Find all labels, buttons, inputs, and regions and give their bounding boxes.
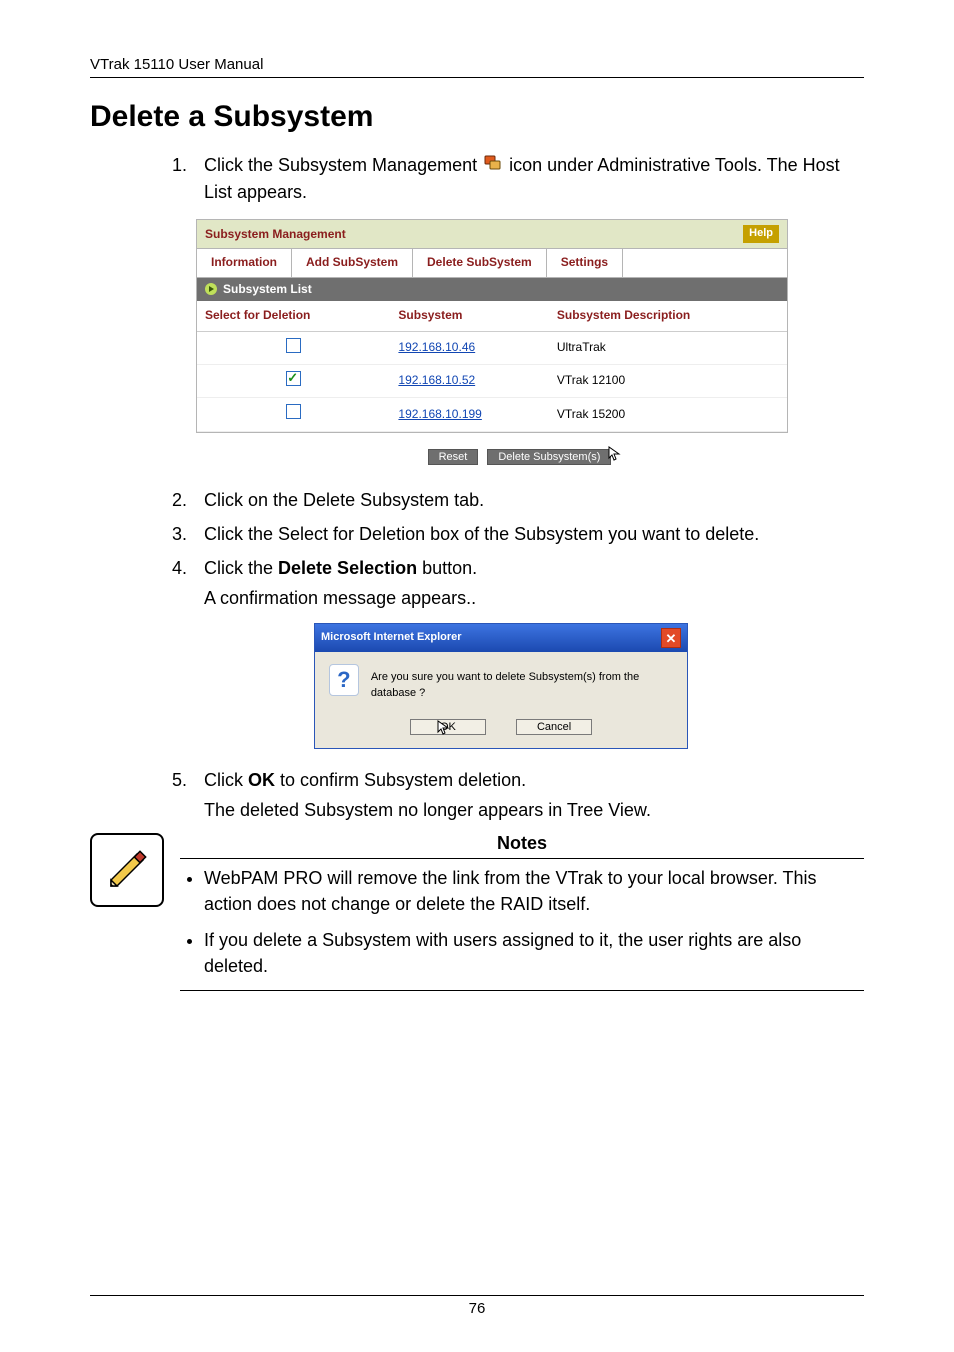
page-title: Delete a Subsystem	[90, 100, 864, 134]
tabs-filler	[623, 249, 787, 276]
manual-title: VTrak 15110 User Manual	[90, 56, 864, 73]
subsystem-list-label: Subsystem List	[223, 281, 312, 298]
step-4: Click the Delete Selection button. A con…	[192, 555, 864, 749]
dialog-message: Are you sure you want to delete Subsyste…	[371, 664, 673, 702]
subsystem-link[interactable]: 192.168.10.52	[398, 373, 475, 387]
col-select: Select for Deletion	[197, 301, 390, 331]
select-checkbox[interactable]	[286, 338, 301, 353]
subsystem-link[interactable]: 192.168.10.199	[398, 407, 481, 421]
panel-titlebar: Subsystem Management Help	[197, 220, 787, 248]
col-subsystem: Subsystem	[390, 301, 548, 331]
tab-add-subsystem[interactable]: Add SubSystem	[292, 249, 413, 276]
tab-information[interactable]: Information	[197, 249, 292, 276]
pencil-icon	[90, 833, 164, 907]
table-row: 192.168.10.52 VTrak 12100	[197, 364, 787, 397]
help-button[interactable]: Help	[743, 225, 779, 243]
subsystem-desc: UltraTrak	[549, 331, 787, 364]
subsystem-table: Select for Deletion Subsystem Subsystem …	[197, 301, 787, 432]
panel-tabs: Information Add SubSystem Delete SubSyst…	[197, 248, 787, 277]
subsystem-management-panel: Subsystem Management Help Information Ad…	[196, 219, 788, 432]
notes-title: Notes	[497, 833, 547, 854]
step-2: Click on the Delete Subsystem tab.	[192, 487, 864, 513]
step-5: Click OK to confirm Subsystem deletion. …	[192, 767, 864, 823]
step-4-pre: Click the	[204, 558, 278, 578]
select-checkbox[interactable]	[286, 371, 301, 386]
panel-title: Subsystem Management	[205, 226, 346, 243]
cursor-icon	[608, 446, 624, 466]
step-5-post: to confirm Subsystem deletion.	[275, 770, 526, 790]
tab-settings[interactable]: Settings	[547, 249, 623, 276]
page-number: 76	[469, 1300, 486, 1317]
notes-divider-bottom	[180, 990, 864, 991]
step-1-text-pre: Click the Subsystem Management	[204, 155, 482, 175]
cursor-icon	[437, 727, 456, 739]
reset-button[interactable]: Reset	[428, 449, 479, 465]
play-icon	[205, 283, 217, 295]
step-5-sub: The deleted Subsystem no longer appears …	[204, 797, 864, 823]
cancel-button[interactable]: Cancel	[516, 719, 592, 735]
step-4-sub: A confirmation message appears..	[204, 585, 864, 611]
table-row: 192.168.10.46 UltraTrak	[197, 331, 787, 364]
step-5-pre: Click	[204, 770, 248, 790]
subsystem-list-bar: Subsystem List	[197, 278, 787, 301]
delete-subsystems-button[interactable]: Delete Subsystem(s)	[487, 449, 611, 465]
notes-divider-top	[180, 858, 864, 859]
table-row: 192.168.10.199 VTrak 15200	[197, 398, 787, 431]
subsystem-desc: VTrak 15200	[549, 398, 787, 431]
dialog-titlebar: Microsoft Internet Explorer ✕	[315, 624, 687, 652]
step-5-bold: OK	[248, 770, 275, 790]
question-icon: ?	[329, 664, 359, 696]
step-4-bold: Delete Selection	[278, 558, 417, 578]
close-icon[interactable]: ✕	[661, 628, 681, 648]
subsystem-desc: VTrak 12100	[549, 364, 787, 397]
note-item: WebPAM PRO will remove the link from the…	[204, 865, 864, 917]
note-item: If you delete a Subsystem with users ass…	[204, 927, 864, 979]
select-checkbox[interactable]	[286, 404, 301, 419]
col-description: Subsystem Description	[549, 301, 787, 331]
tab-delete-subsystem[interactable]: Delete SubSystem	[413, 249, 547, 276]
dialog-button-row: OK Cancel	[315, 708, 687, 748]
step-1: Click the Subsystem Management icon unde…	[192, 152, 864, 473]
confirm-dialog: Microsoft Internet Explorer ✕ ? Are you …	[314, 623, 688, 749]
step-3: Click the Select for Deletion box of the…	[192, 521, 864, 547]
dialog-title: Microsoft Internet Explorer	[321, 630, 462, 646]
panel-button-row: Reset Delete Subsystem(s)	[196, 433, 864, 473]
subsystem-management-icon	[484, 156, 507, 176]
subsystem-link[interactable]: 192.168.10.46	[398, 340, 475, 354]
step-4-post: button.	[417, 558, 477, 578]
footer-divider	[90, 1295, 864, 1296]
header-divider	[90, 77, 864, 78]
